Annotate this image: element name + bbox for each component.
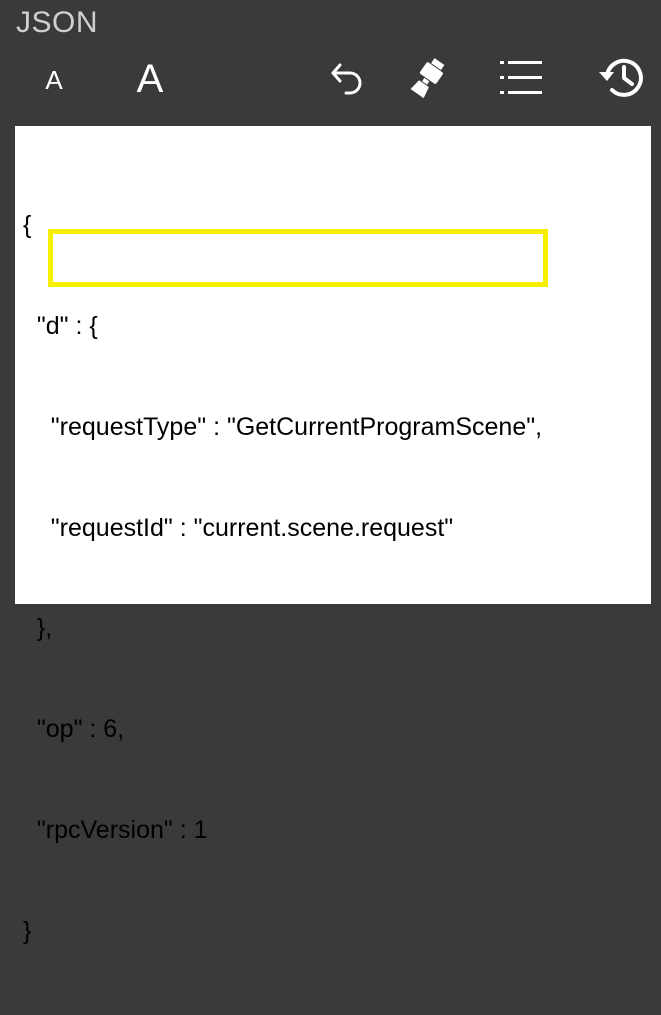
toolbar: A A xyxy=(0,52,661,112)
code-line: "requestId" : "current.scene.request" xyxy=(23,513,454,542)
format-button[interactable] xyxy=(406,56,450,100)
undo-button[interactable] xyxy=(326,56,370,100)
decrease-font-button[interactable]: A xyxy=(34,60,74,100)
code-line: } xyxy=(23,916,32,945)
history-icon xyxy=(599,58,643,97)
undo-icon xyxy=(331,63,362,95)
app-title: JSON xyxy=(16,6,99,39)
code-line: }, xyxy=(23,614,53,643)
brush-icon xyxy=(410,58,445,99)
code-line: "op" : 6, xyxy=(23,715,125,744)
increase-font-button[interactable]: A xyxy=(126,54,174,104)
code-line: "d" : { xyxy=(23,311,98,340)
outline-button[interactable] xyxy=(496,54,546,102)
code-text: { "d" : { "requestType" : "GetCurrentPro… xyxy=(23,142,542,1015)
code-line: { xyxy=(23,211,32,240)
code-line: "rpcVersion" : 1 xyxy=(23,815,208,844)
history-button[interactable] xyxy=(594,52,648,104)
json-editor[interactable]: { "d" : { "requestType" : "GetCurrentPro… xyxy=(15,126,651,945)
list-icon xyxy=(500,61,542,94)
code-line: "requestType" : "GetCurrentProgramScene"… xyxy=(23,412,543,441)
